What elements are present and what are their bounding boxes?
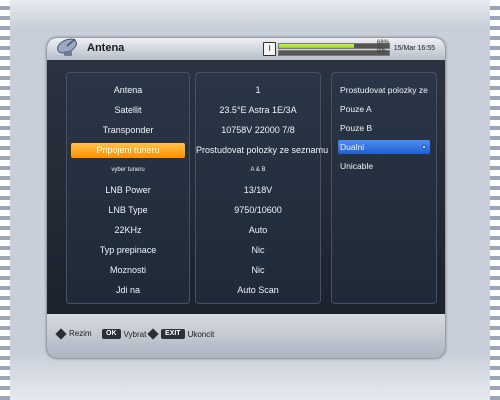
setting-value: Auto <box>248 225 268 235</box>
option-label: Prostudovat polozky ze <box>340 85 428 95</box>
setting-value: 1 <box>255 85 261 95</box>
navigate-diamond-icon <box>147 328 159 340</box>
film-strip-left <box>0 0 10 400</box>
navigate-diamond-icon <box>55 327 67 340</box>
option-item[interactable]: Pouze A <box>338 102 430 116</box>
settings-labels-panel: Antena Satellit Transponder Pripojeni tuner… <box>66 72 190 304</box>
setting-value: Nic <box>251 265 265 275</box>
help-bar: Rezim OK Vybrat EXIT Ukoncit <box>47 314 445 358</box>
exit-key: EXIT <box>161 329 185 339</box>
ok-key: OK <box>102 329 121 339</box>
option-label: Dualni <box>340 142 365 152</box>
setting-label[interactable]: Moznosti <box>67 261 189 279</box>
setting-label[interactable]: 22KHz <box>67 221 189 239</box>
setting-value: 9750/10600 <box>234 205 282 215</box>
option-label: Pouze B <box>340 123 373 133</box>
setting-label[interactable]: LNB Type <box>67 201 189 219</box>
setting-value: Prostudovat polozky ze seznamu <box>196 145 329 155</box>
content-area: Antena Satellit Transponder Pripojeni tuner… <box>47 60 445 314</box>
setting-label[interactable]: LNB Power <box>67 181 189 199</box>
antenna-window: Antena I 68% 0% 15/Mar 16:55 Antena Satel… <box>47 38 445 358</box>
setting-value: A & B <box>250 167 266 173</box>
setting-label[interactable]: Transponder <box>67 121 189 139</box>
options-list-panel: Prostudovat polozky ze Pouze A Pouze B Dual… <box>331 72 437 304</box>
setting-label[interactable]: vyber tuneru <box>67 161 189 179</box>
option-item[interactable]: Pouze B <box>338 121 430 135</box>
setting-value: 23.5°E Astra 1E/3A <box>219 105 297 115</box>
window-title: Antena <box>87 42 125 54</box>
settings-values-panel: 1 23.5°E Astra 1E/3A 10758V 22000 7/8 Prost… <box>195 72 329 304</box>
help-mode: Rezim <box>55 327 92 340</box>
help-mode-label: Rezim <box>69 329 92 338</box>
setting-label[interactable]: Satellit <box>67 101 189 119</box>
signal-strength-bar <box>278 43 390 49</box>
background-top <box>0 0 500 28</box>
signal-strength-percent: 68% <box>377 40 390 46</box>
setting-label[interactable]: Jdi na <box>67 281 189 299</box>
signal-quality-bar <box>278 50 390 56</box>
film-strip-right <box>490 0 500 400</box>
help-select-label: Vybrat <box>123 329 147 339</box>
option-label: Pouze A <box>340 104 372 114</box>
option-item[interactable]: Dualni <box>338 140 430 154</box>
setting-value: 10758V 22000 7/8 <box>221 125 295 135</box>
setting-label[interactable]: Pripojeni tuneru <box>67 141 189 159</box>
eye-icon <box>421 144 427 150</box>
option-item[interactable]: Unicable <box>338 159 430 173</box>
date-time: 15/Mar 16:55 <box>393 45 435 52</box>
setting-value: Nic <box>251 245 265 255</box>
setting-value: Auto Scan <box>237 285 279 295</box>
setting-label[interactable]: Typ prepinace <box>67 241 189 259</box>
satellite-dish-icon <box>57 38 77 56</box>
option-label: Unicable <box>340 161 374 171</box>
setting-label[interactable]: Antena <box>67 81 189 99</box>
setting-value: 13/18V <box>243 185 273 195</box>
option-item[interactable]: Prostudovat polozky ze <box>338 83 430 97</box>
signal-quality-percent: 0% <box>377 48 386 54</box>
help-exit-label: Ukoncit <box>187 329 215 339</box>
title-bar: Antena I 68% 0% 15/Mar 16:55 <box>47 38 445 60</box>
signal-info-icon: I <box>263 42 276 56</box>
background-bottom <box>0 352 500 400</box>
selected-setting-highlight: Pripojeni tuneru <box>71 143 185 158</box>
help-exit: EXIT Ukoncit <box>147 328 215 340</box>
help-ok: OK Vybrat <box>102 329 146 339</box>
